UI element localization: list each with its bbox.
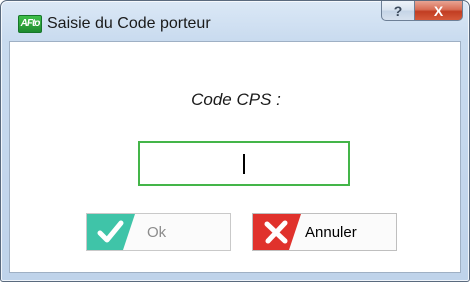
ok-button[interactable]: Ok (86, 213, 231, 251)
close-button[interactable]: X (415, 1, 463, 21)
title-bar[interactable]: AFto Saisie du Code porteur ? X (1, 1, 469, 41)
app-icon: AFto (18, 15, 42, 33)
code-cps-label: Code CPS : (191, 90, 281, 109)
code-cps-input[interactable] (138, 141, 350, 186)
check-icon (87, 214, 135, 250)
window-title: Saisie du Code porteur (47, 15, 211, 32)
cross-icon (253, 214, 301, 250)
cancel-label: Annuler (305, 223, 357, 241)
dialog-window: AFto Saisie du Code porteur ? X Code CPS… (0, 0, 470, 282)
help-button[interactable]: ? (381, 1, 415, 21)
help-icon: ? (393, 2, 403, 19)
ok-label: Ok (147, 223, 167, 241)
cancel-button[interactable]: Annuler (252, 213, 397, 251)
caption-buttons: ? X (381, 1, 463, 23)
dialog-body: Code CPS : Ok Annuler (9, 41, 461, 273)
close-icon: X (433, 2, 444, 19)
text-caret (243, 153, 245, 174)
